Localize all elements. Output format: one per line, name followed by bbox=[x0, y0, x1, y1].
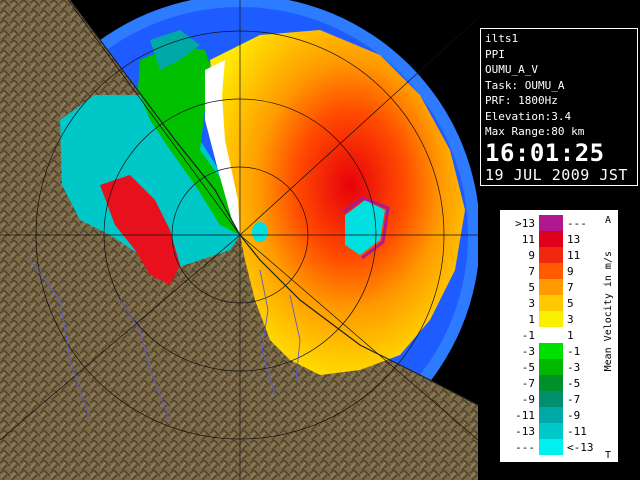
legend-row: -13 -11 bbox=[501, 423, 617, 439]
legend-high-value: 7 bbox=[567, 281, 574, 294]
legend-color-swatch bbox=[539, 311, 563, 327]
legend-high-value: 1 bbox=[567, 329, 574, 342]
legend-color-swatch bbox=[539, 279, 563, 295]
legend-row: --- <-13 bbox=[501, 439, 617, 455]
legend-high-value: -9 bbox=[567, 409, 581, 422]
legend-color-swatch bbox=[539, 407, 563, 423]
legend-high-value: -5 bbox=[567, 377, 581, 390]
legend-color-swatch bbox=[539, 375, 563, 391]
legend-low-value: -9 bbox=[521, 393, 535, 406]
legend-color-swatch bbox=[539, 247, 563, 263]
legend-color-swatch bbox=[539, 215, 563, 231]
legend-row: -9 -7 bbox=[501, 391, 617, 407]
legend-row: -7 -5 bbox=[501, 375, 617, 391]
legend-row: -1 1 bbox=[501, 327, 617, 343]
legend-bottom-marker: T bbox=[605, 450, 612, 461]
legend-low-value: 9 bbox=[528, 249, 535, 262]
legend-high-value: 11 bbox=[567, 249, 581, 262]
scan-date: 19 JUL 2009 JST bbox=[485, 165, 628, 184]
legend-low-value: -5 bbox=[521, 361, 535, 374]
legend-low-value: >13 bbox=[515, 217, 535, 230]
legend-high-value: 3 bbox=[567, 313, 574, 326]
legend-row: >13 --- bbox=[501, 215, 617, 231]
legend-row: 35 bbox=[501, 295, 617, 311]
legend-top-marker: A bbox=[605, 215, 612, 226]
legend-row: 57 bbox=[501, 279, 617, 295]
scan-time: 16:01:25 bbox=[485, 138, 605, 167]
max-range-label: Max Range:80 km bbox=[485, 125, 585, 138]
legend-color-swatch bbox=[539, 231, 563, 247]
legend-row: -5 -3 bbox=[501, 359, 617, 375]
prf-label: PRF: 1800Hz bbox=[485, 94, 558, 107]
legend-high-value: 9 bbox=[567, 265, 574, 278]
radar-ppi-map bbox=[0, 0, 478, 480]
legend-high-value: 13 bbox=[567, 233, 581, 246]
legend-low-value: -1 bbox=[521, 329, 535, 342]
legend-high-value: -3 bbox=[567, 361, 581, 374]
legend-row: 9 11 bbox=[501, 247, 617, 263]
legend-row: 11 13 bbox=[501, 231, 617, 247]
legend-low-value: -7 bbox=[521, 377, 535, 390]
legend-color-swatch bbox=[539, 423, 563, 439]
scan-info-box: ilts1 PPI OUMU_A_V Task: OUMU_A PRF: 180… bbox=[480, 28, 638, 186]
sidebar-panel: ilts1 PPI OUMU_A_V Task: OUMU_A PRF: 180… bbox=[478, 0, 640, 480]
echo-cyan-spot-center bbox=[252, 222, 268, 242]
legend-low-value: 3 bbox=[528, 297, 535, 310]
legend-high-value: 5 bbox=[567, 297, 574, 310]
legend-high-value: --- bbox=[567, 217, 587, 230]
legend-low-value: 1 bbox=[528, 313, 535, 326]
elevation-label: Elevation:3.4 bbox=[485, 109, 572, 123]
legend-low-value: 7 bbox=[528, 265, 535, 278]
legend-unit-label: Mean Velocity in m/s bbox=[603, 251, 614, 372]
legend-row: 79 bbox=[501, 263, 617, 279]
product-name: OUMU_A_V bbox=[485, 63, 538, 76]
legend-row: -11 -9 bbox=[501, 407, 617, 423]
legend-low-value: --- bbox=[515, 441, 535, 454]
legend-high-value: -1 bbox=[567, 345, 581, 358]
legend-low-value: 5 bbox=[528, 281, 535, 294]
legend-color-swatch bbox=[539, 295, 563, 311]
legend-row: -3 -1 bbox=[501, 343, 617, 359]
legend-color-swatch bbox=[539, 327, 563, 343]
scan-type: PPI bbox=[485, 47, 505, 61]
legend-high-value: -11 bbox=[567, 425, 587, 438]
legend-color-swatch bbox=[539, 343, 563, 359]
legend-low-value: 11 bbox=[521, 233, 535, 246]
task-label: Task: OUMU_A bbox=[485, 78, 565, 92]
legend-low-value: -3 bbox=[521, 345, 535, 358]
legend-low-value: -13 bbox=[515, 425, 535, 438]
radar-name: ilts1 bbox=[485, 32, 519, 45]
legend-color-swatch bbox=[539, 439, 563, 455]
legend-high-value: <-13 bbox=[567, 441, 594, 454]
velocity-legend: >13 --- 11 13 9 11 7 9 5 7 3 5 1 3 -1 1 -3 -1 -5 -3 -7 -5 -9 -7… bbox=[500, 210, 618, 462]
legend-low-value: -11 bbox=[515, 409, 535, 422]
legend-color-swatch bbox=[539, 263, 563, 279]
legend-color-swatch bbox=[539, 391, 563, 407]
legend-high-value: -7 bbox=[567, 393, 581, 406]
legend-color-swatch bbox=[539, 359, 563, 375]
legend-row: 13 bbox=[501, 311, 617, 327]
